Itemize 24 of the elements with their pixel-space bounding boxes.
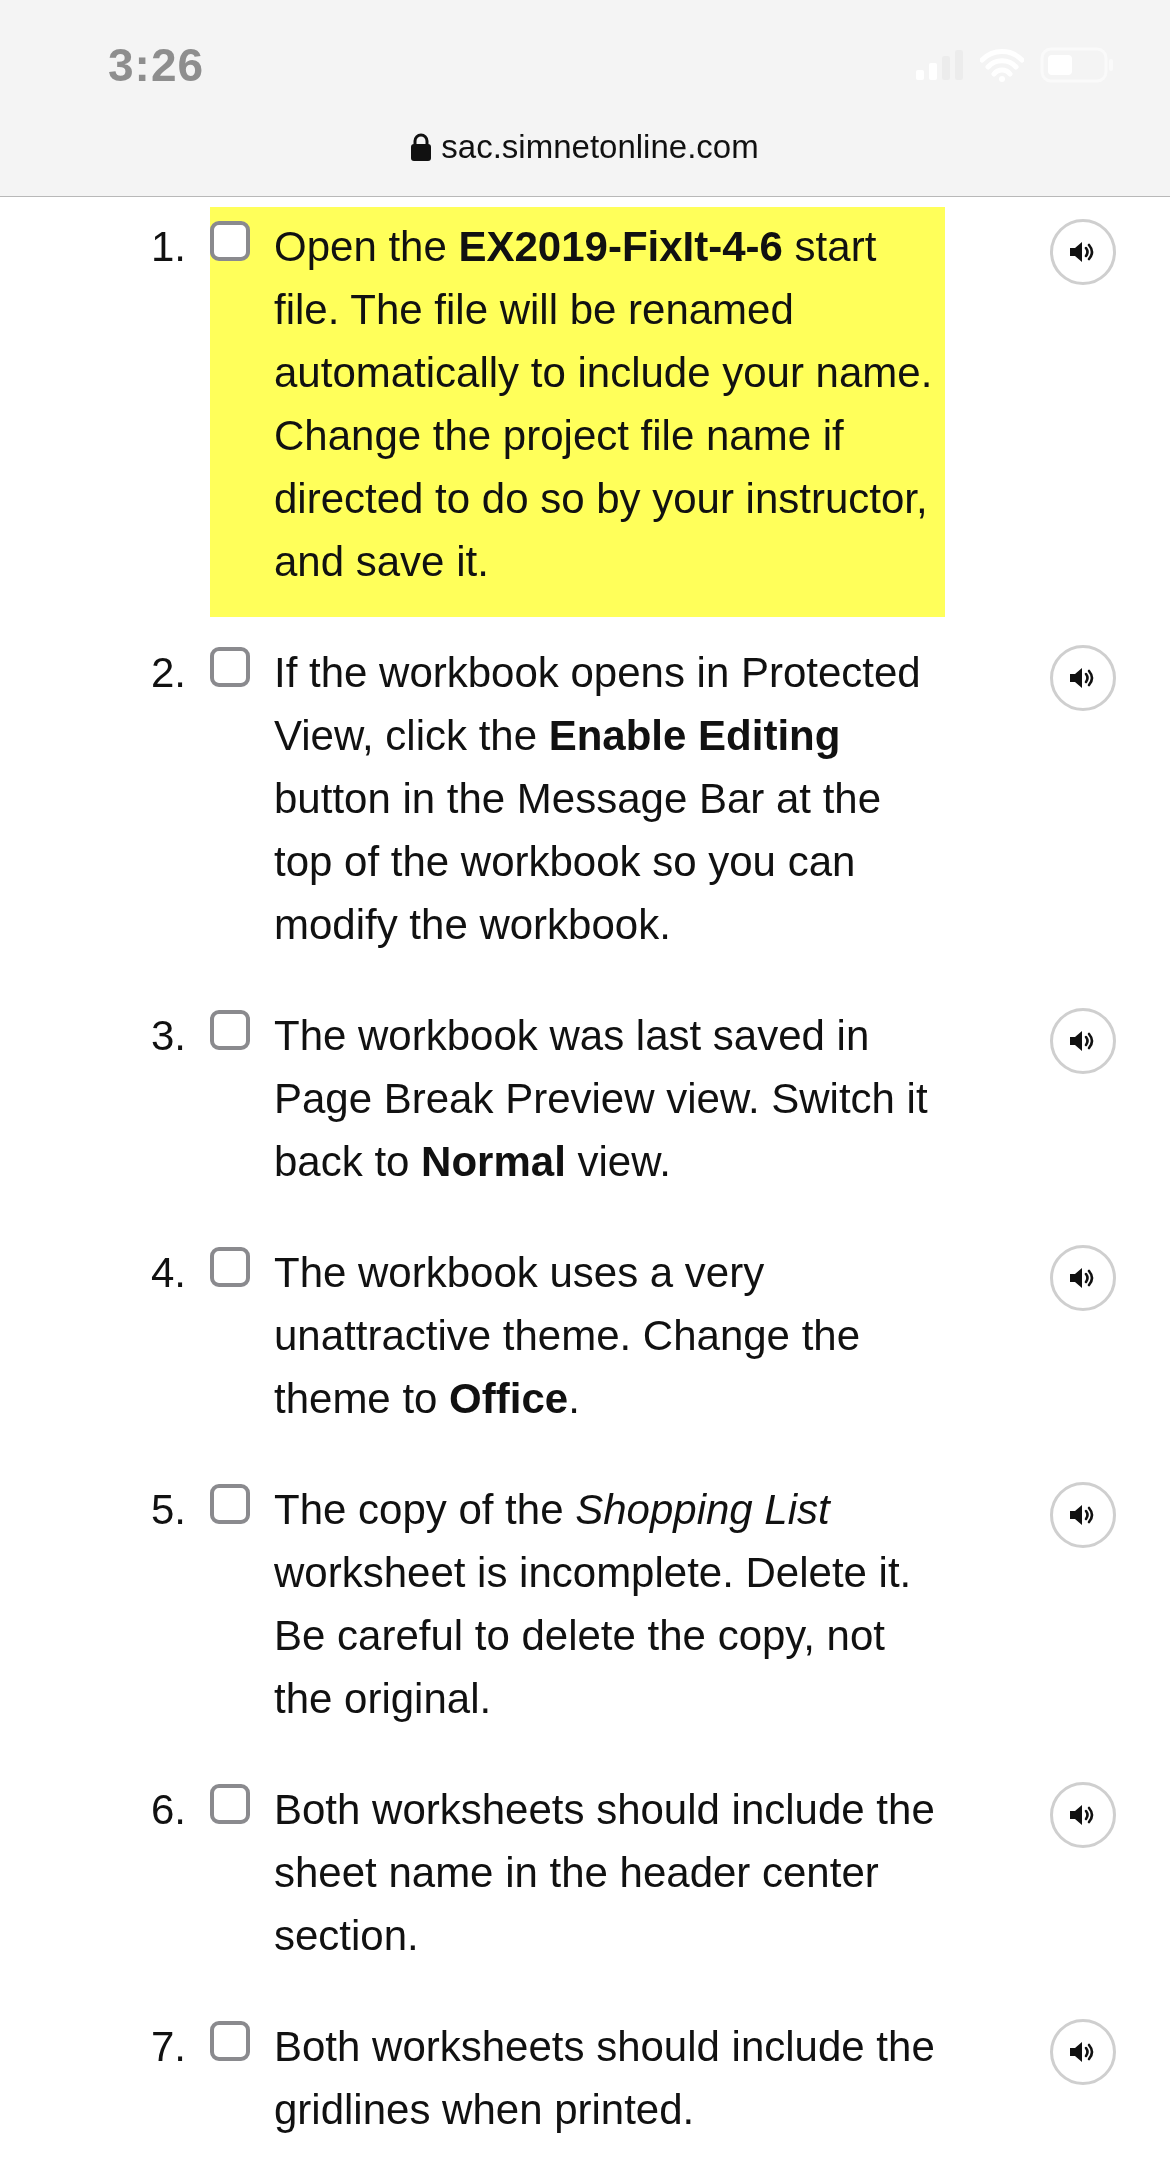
- checkbox[interactable]: [210, 1010, 250, 1050]
- step-text: If the workbook opens in Protected View, click the Enable Editing button in the Message Bar at the top of the workbook so you can modify the workbook.: [274, 648, 922, 950]
- step-text: The workbook uses a very unattractive theme. Change the theme to Office.: [274, 1248, 862, 1424]
- checkbox[interactable]: [210, 647, 250, 687]
- step-number: 6.: [149, 1785, 187, 1835]
- step-text: Open the EX2019-FixIt-4-6 start file. The file will be renamed automatically to include your name. Change the project file name if directed to do so by your instructor, and save it.: [274, 222, 934, 587]
- step-number: 3.: [149, 1011, 187, 1061]
- step-number: 1.: [149, 222, 187, 272]
- checkbox[interactable]: [210, 1484, 250, 1524]
- url-text[interactable]: sac.simnetonline.com: [441, 128, 759, 166]
- step-text: The workbook was last saved in Page Break Preview view. Switch it back to Normal view.: [274, 1011, 929, 1187]
- status-time: 3:26: [108, 38, 205, 92]
- checkbox[interactable]: [210, 1247, 250, 1287]
- step-text: Both worksheets should include the gridlines when printed.: [274, 2022, 936, 2135]
- step-number: 2.: [149, 648, 187, 698]
- checkbox[interactable]: [210, 2021, 250, 2061]
- lock-icon: [411, 133, 432, 161]
- step-text: The copy of the Shopping List worksheet is incomplete. Delete it. Be careful to delete the copy, not the original.: [274, 1485, 913, 1724]
- step-number: 5.: [149, 1485, 187, 1535]
- step-number: 4.: [149, 1248, 187, 1298]
- step-number: 7.: [149, 2022, 187, 2072]
- checkbox[interactable]: [210, 221, 250, 261]
- checkbox[interactable]: [210, 1784, 250, 1824]
- step-text: Both worksheets should include the sheet name in the header center section.: [274, 1785, 936, 1961]
